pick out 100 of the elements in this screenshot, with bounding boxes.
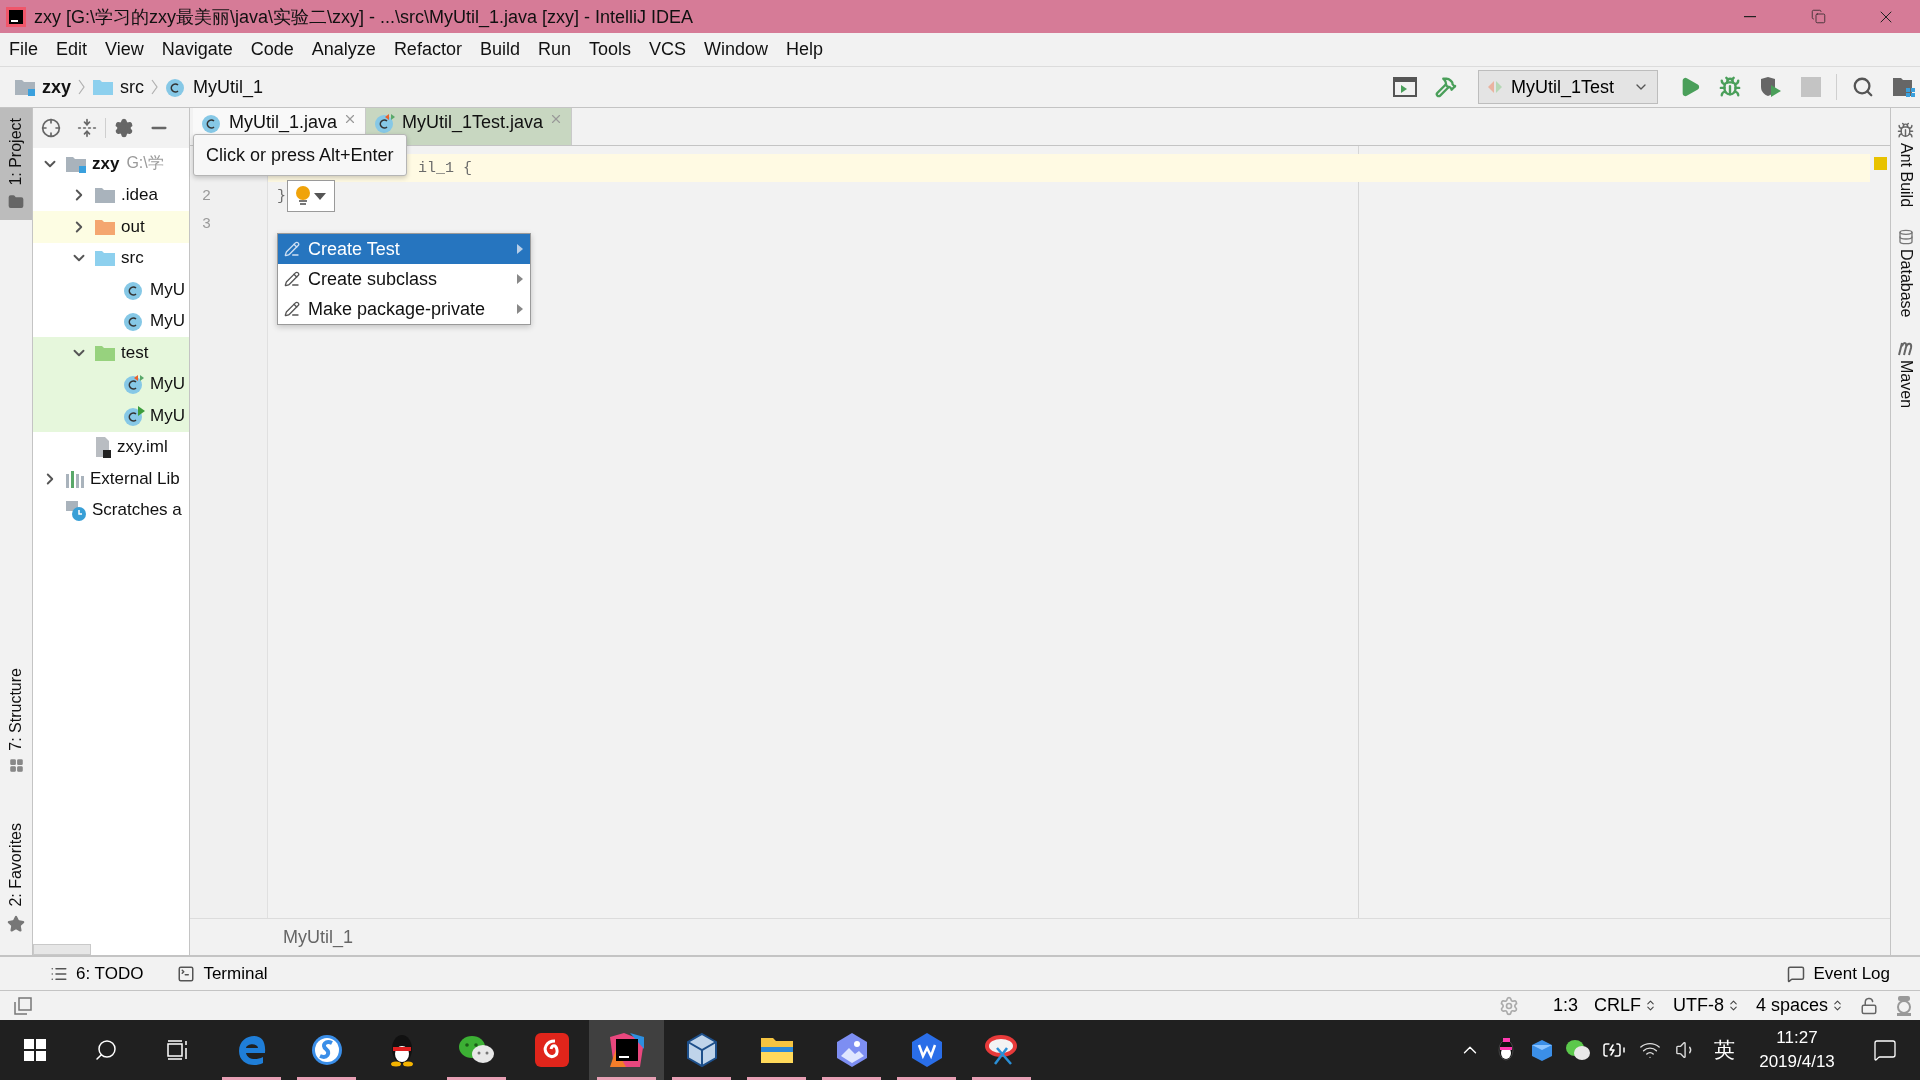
inspector-icon[interactable] [1894, 994, 1914, 1017]
warning-marker[interactable] [1873, 157, 1887, 170]
breadcrumb[interactable]: MyUtil_1 [165, 76, 264, 98]
folder-icon [8, 193, 24, 210]
search-icon[interactable] [1852, 76, 1874, 98]
tree-item-label: zxy.iml [117, 437, 168, 458]
line-number: 2 [201, 186, 212, 207]
tree-item-label: zxy [92, 153, 120, 174]
menu-item[interactable]: Refactor [384, 39, 471, 60]
menu-item[interactable]: Code [241, 39, 303, 60]
code-line: il_1 { [418, 159, 472, 177]
penguin-icon [1497, 1038, 1515, 1062]
chat-bubbles-icon [1565, 1039, 1591, 1061]
menu-item-label: Create Test [308, 238, 401, 260]
tree-row[interactable]: External Lib [33, 463, 189, 495]
scrollbar[interactable] [33, 944, 91, 955]
tool-window-tab[interactable]: 7: Structure [0, 657, 32, 784]
tab-label: MyUtil_1.java [229, 112, 338, 133]
tool-window-tab[interactable]: Ant Build [1891, 122, 1920, 208]
taskbar-app-button[interactable] [589, 1020, 664, 1080]
tool-window-label: 1: Project [7, 118, 25, 186]
up-down-icon [1831, 999, 1844, 1012]
library-icon [65, 468, 85, 489]
menu-item[interactable]: File [0, 39, 47, 60]
console-window-icon[interactable] [1393, 77, 1417, 97]
line-number: 3 [201, 214, 212, 235]
tool-window-button[interactable]: 6: TODO [50, 963, 144, 984]
tab-label: MyUtil_1Test.java [402, 112, 544, 133]
menu-item[interactable]: Create subclass [278, 264, 530, 294]
chevron-icon [151, 79, 159, 95]
tool-window-tab[interactable]: Database [1891, 229, 1920, 318]
editor-tab[interactable]: MyUtil_1Test.java [366, 108, 573, 145]
class-icon [123, 373, 145, 396]
menu-item[interactable]: Create Test [278, 234, 530, 264]
menu-item[interactable]: Build [470, 39, 529, 60]
tree-row[interactable]: MyU [33, 368, 189, 400]
hammer-icon[interactable] [1435, 76, 1457, 98]
indent-selector[interactable]: 4 spaces [1755, 995, 1844, 1016]
breadcrumb[interactable]: src [92, 76, 145, 98]
breadcrumb[interactable]: zxy [14, 76, 72, 98]
ide-icon [609, 1033, 644, 1067]
menu-item[interactable]: Window [695, 39, 778, 60]
menu-item[interactable]: View [96, 39, 153, 60]
editor-breadcrumb[interactable]: MyUtil_1 [283, 926, 353, 948]
menu-item[interactable]: Help [777, 39, 833, 60]
tree-row[interactable]: test [33, 337, 189, 369]
terminal-icon [177, 964, 196, 983]
tree-row[interactable]: zxy G:\学 [33, 148, 189, 180]
speech-bubble-icon [1787, 964, 1806, 983]
project-structure-icon[interactable] [1892, 76, 1916, 98]
tree-row[interactable]: zxy.iml [33, 431, 189, 463]
pencil-icon [284, 301, 300, 317]
module-path: G:\学 [126, 153, 164, 174]
tree-row[interactable]: MyU [33, 400, 189, 432]
folder-icon [65, 154, 87, 173]
lock-icon[interactable] [1860, 996, 1878, 1015]
panel-toggle-icon[interactable] [14, 996, 32, 1015]
tooltip: Click or press Alt+Enter [193, 134, 407, 176]
cube-icon [1531, 1039, 1553, 1061]
tool-window-button[interactable]: Terminal [177, 963, 268, 984]
tool-window-tab[interactable]: Maven [1891, 339, 1920, 408]
input-language-indicator[interactable]: 英 [1704, 1036, 1744, 1064]
menu-item[interactable]: Edit [47, 39, 97, 60]
structure-icon [8, 758, 24, 774]
tree-row[interactable]: out [33, 211, 189, 243]
clock-date[interactable]: 2019/4/13 [1759, 1050, 1835, 1074]
menu-item[interactable]: Navigate [152, 39, 242, 60]
tree-row[interactable]: src [33, 242, 189, 274]
tree-item-label: out [121, 216, 145, 237]
clock-time[interactable]: 11:27 [1776, 1026, 1818, 1050]
intention-bulb-button[interactable] [287, 180, 335, 212]
tree-row[interactable]: .idea [33, 179, 189, 211]
coverage-icon[interactable] [1759, 76, 1783, 98]
debug-icon[interactable] [1719, 76, 1741, 98]
tree-item-label: test [121, 342, 149, 363]
menu-item[interactable]: Analyze [302, 39, 385, 60]
tree-item-label: src [121, 248, 144, 269]
caret-position[interactable]: 1:3 [1552, 995, 1578, 1016]
class-icon [374, 112, 397, 134]
menu-item[interactable]: VCS [640, 39, 695, 60]
tool-window-tab[interactable]: 2: Favorites [0, 813, 32, 943]
tool-window-tab[interactable]: 1: Project [0, 108, 32, 220]
folder-icon [14, 78, 36, 96]
class-icon [201, 112, 223, 134]
star-icon [7, 915, 25, 933]
ant-icon [1897, 122, 1914, 139]
event-log-button[interactable]: Event Log [1787, 963, 1890, 984]
tree-row[interactable]: MyU [33, 305, 189, 337]
line-separator-selector[interactable]: CRLF [1593, 995, 1657, 1016]
menu-item[interactable]: Make package-private [278, 294, 530, 324]
tree-row[interactable]: Scratches a [33, 494, 189, 526]
app-icon [6, 6, 26, 27]
minimize-icon [1744, 15, 1756, 18]
menu-item-label: Create subclass [308, 268, 439, 290]
menu-item[interactable]: Tools [579, 39, 640, 60]
menu-item[interactable]: Run [528, 39, 580, 60]
encoding-selector[interactable]: UTF-8 [1672, 995, 1740, 1016]
run-configuration-dropdown[interactable]: MyUtil_1Test [1478, 70, 1658, 104]
tree-row[interactable]: MyU [33, 274, 189, 306]
window-title: zxy [G:\学习的zxy最美丽\java\实验二\zxy] - ...\src\MyUtil_1.java [zxy] - IntelliJ IDEA [34, 5, 695, 29]
